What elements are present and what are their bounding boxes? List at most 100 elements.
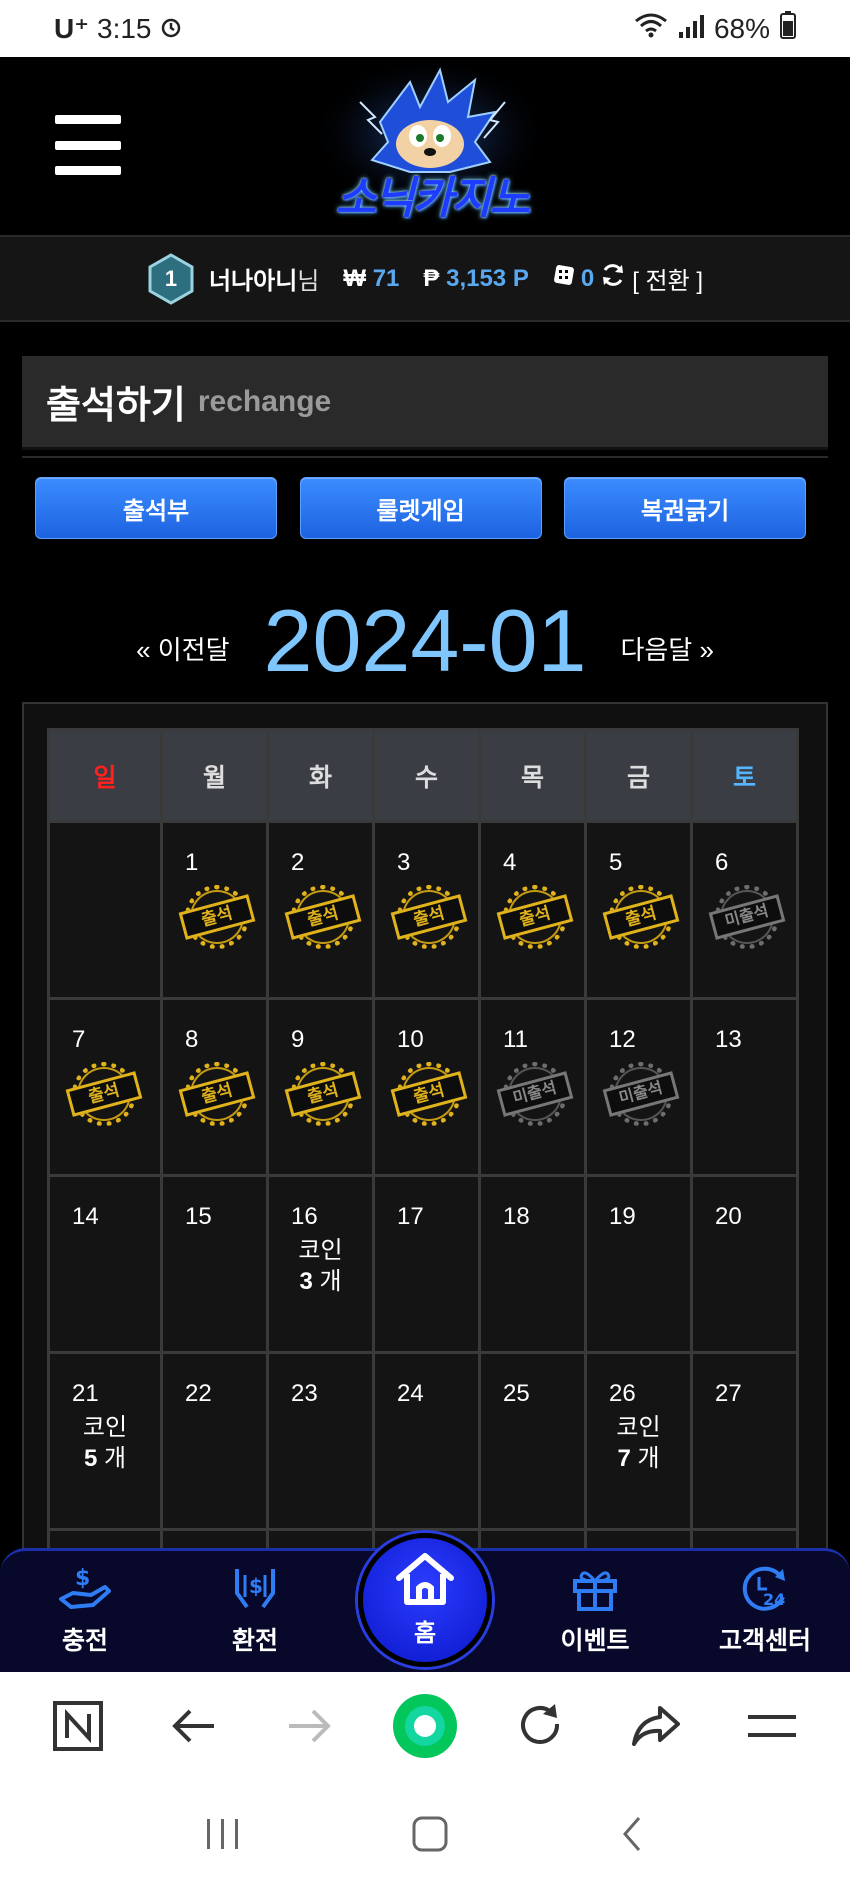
calendar-day-cell[interactable]: 19 <box>584 1174 693 1354</box>
calendar-day-cell[interactable]: 10 출석 <box>372 997 481 1177</box>
day-number: 9 <box>291 1026 305 1053</box>
calendar-day-cell[interactable]: 24 <box>372 1351 481 1531</box>
weekday-fri: 금 <box>584 728 693 823</box>
calendar-day-cell[interactable]: 4 출석 <box>478 820 587 1000</box>
calendar-day-cell[interactable]: 12 미출석 <box>584 997 693 1177</box>
nav-charge[interactable]: $ 충전 <box>25 1563 145 1657</box>
day-number: 26 <box>609 1380 636 1407</box>
calendar-day-cell[interactable]: 6 미출석 <box>690 820 799 1000</box>
logo-text: 소닉카지노 <box>335 173 530 224</box>
day-number: 22 <box>185 1380 212 1407</box>
green-dot-icon <box>392 1693 458 1764</box>
coin-reward-amount: 5 <box>83 1445 98 1472</box>
share-icon <box>630 1704 682 1753</box>
calendar-week-row: 14 15 16 코인 3 개 17 18 19 20 <box>47 1174 799 1354</box>
user-name-suffix: 님 <box>297 268 320 295</box>
calendar-day-cell[interactable]: 23 <box>266 1351 375 1531</box>
day-number: 8 <box>185 1026 199 1053</box>
weekday-wed: 수 <box>372 728 481 823</box>
naver-home-button[interactable] <box>38 1688 118 1768</box>
page-title-text: 출석하기 <box>46 385 186 427</box>
calendar-day-cell[interactable]: 7 출석 <box>47 997 163 1177</box>
site-logo[interactable]: 소닉카지노 <box>300 62 560 234</box>
calendar-day-cell[interactable]: 14 <box>47 1174 163 1354</box>
calendar-day-cell[interactable]: 2 출석 <box>266 820 375 1000</box>
calendar-day-cell[interactable]: 3 출석 <box>372 820 481 1000</box>
menu-lines-icon <box>746 1711 798 1746</box>
calendar-day-cell[interactable]: 25 <box>478 1351 587 1531</box>
calendar-day-cell[interactable]: 16 코인 3 개 <box>266 1174 375 1354</box>
attendance-stamp-icon: 출석 <box>496 881 574 953</box>
calendar-day-cell[interactable]: 27 <box>690 1351 799 1531</box>
month-navigation: « 이전달 2024-01 다음달 » <box>0 575 850 685</box>
calendar-day-cell[interactable]: 13 <box>690 997 799 1177</box>
calendar-day-cell[interactable] <box>47 820 163 1000</box>
page-title: 출석하기 rechange <box>22 356 828 450</box>
calendar-day-cell[interactable]: 5 출석 <box>584 820 693 1000</box>
tab-bar: 출석부 룰렛게임 복권긁기 <box>35 477 806 539</box>
green-dot-button[interactable] <box>385 1688 465 1768</box>
calendar-day-cell[interactable]: 17 <box>372 1174 481 1354</box>
day-number: 25 <box>503 1380 530 1407</box>
calendar-day-cell[interactable]: 8 출석 <box>160 997 269 1177</box>
signal-icon <box>678 13 704 45</box>
svg-text:24: 24 <box>763 1590 785 1609</box>
status-bar: U⁺ 3:15 68% <box>0 0 850 57</box>
attendance-stamp-icon: 출석 <box>284 881 362 953</box>
nav-home-label: 홈 <box>413 1620 437 1647</box>
attendance-stamp-icon: 출석 <box>65 1058 143 1130</box>
coin-reward: 코인 7 개 <box>587 1412 690 1474</box>
attendance-stamp-icon: 출석 <box>390 1058 468 1130</box>
browser-reload-button[interactable] <box>501 1688 581 1768</box>
coin-reward-amount: 3 <box>299 1268 313 1295</box>
coin-reward-unit: 개 <box>319 1268 342 1295</box>
browser-menu-button[interactable] <box>732 1688 812 1768</box>
wifi-icon <box>634 12 668 45</box>
prev-month-link[interactable]: « 이전달 <box>136 630 229 667</box>
reload-icon <box>517 1702 565 1755</box>
calendar-day-cell[interactable]: 1 출석 <box>160 820 269 1000</box>
weekday-sun: 일 <box>47 728 163 823</box>
nav-exchange[interactable]: $ 환전 <box>195 1563 315 1657</box>
menu-icon[interactable] <box>55 115 121 175</box>
calendar-day-cell[interactable]: 22 <box>160 1351 269 1531</box>
back-chevron-icon[interactable] <box>617 1814 647 1859</box>
calendar-day-cell[interactable]: 15 <box>160 1174 269 1354</box>
coin-reward-unit: 개 <box>637 1445 660 1472</box>
home-square-icon[interactable] <box>410 1814 450 1859</box>
tab-lottery[interactable]: 복권긁기 <box>564 477 806 539</box>
calendar-day-cell[interactable]: 18 <box>478 1174 587 1354</box>
tab-roulette[interactable]: 룰렛게임 <box>299 477 542 539</box>
tab-attendance[interactable]: 출석부 <box>35 477 277 539</box>
recent-apps-icon[interactable] <box>203 1817 243 1856</box>
day-number: 17 <box>397 1203 424 1230</box>
calendar-day-cell[interactable]: 9 출석 <box>266 997 375 1177</box>
day-number: 24 <box>397 1380 424 1407</box>
browser-forward-button[interactable] <box>269 1688 349 1768</box>
next-month-link[interactable]: 다음달 » <box>620 630 713 667</box>
calendar-day-cell[interactable]: 11 미출석 <box>478 997 587 1177</box>
user-name: 너나아니 <box>208 268 298 295</box>
attendance-stamp-icon: 출석 <box>284 1058 362 1130</box>
browser-share-button[interactable] <box>616 1688 696 1768</box>
user-info-bar: 1 너나아니님 ₩ 71 ₱ 3,153 P 0 [ 전환 ] <box>0 235 850 322</box>
day-number: 21 <box>72 1380 99 1407</box>
browser-back-button[interactable] <box>154 1688 234 1768</box>
svg-text:$: $ <box>249 1574 263 1598</box>
refresh-icon[interactable] <box>600 262 626 295</box>
calendar-day-cell[interactable]: 20 <box>690 1174 799 1354</box>
day-number: 18 <box>503 1203 530 1230</box>
day-number: 10 <box>397 1026 424 1053</box>
day-number: 1 <box>185 849 199 876</box>
support-24-icon: 24 <box>705 1563 825 1613</box>
nav-support[interactable]: 24 고객센터 <box>705 1563 825 1657</box>
attendance-stamp-icon: 출석 <box>602 881 680 953</box>
day-number: 14 <box>72 1203 99 1230</box>
calendar-day-cell[interactable]: 21 코인 5 개 <box>47 1351 163 1531</box>
nav-home-button[interactable]: 홈 <box>358 1533 492 1667</box>
nav-event[interactable]: 이벤트 <box>535 1563 655 1657</box>
calendar-day-cell[interactable]: 26 코인 7 개 <box>584 1351 693 1531</box>
swap-button[interactable]: [ 전환 ] <box>632 261 703 296</box>
weekday-tue: 화 <box>266 728 375 823</box>
coin-reward-unit: 개 <box>103 1445 127 1472</box>
